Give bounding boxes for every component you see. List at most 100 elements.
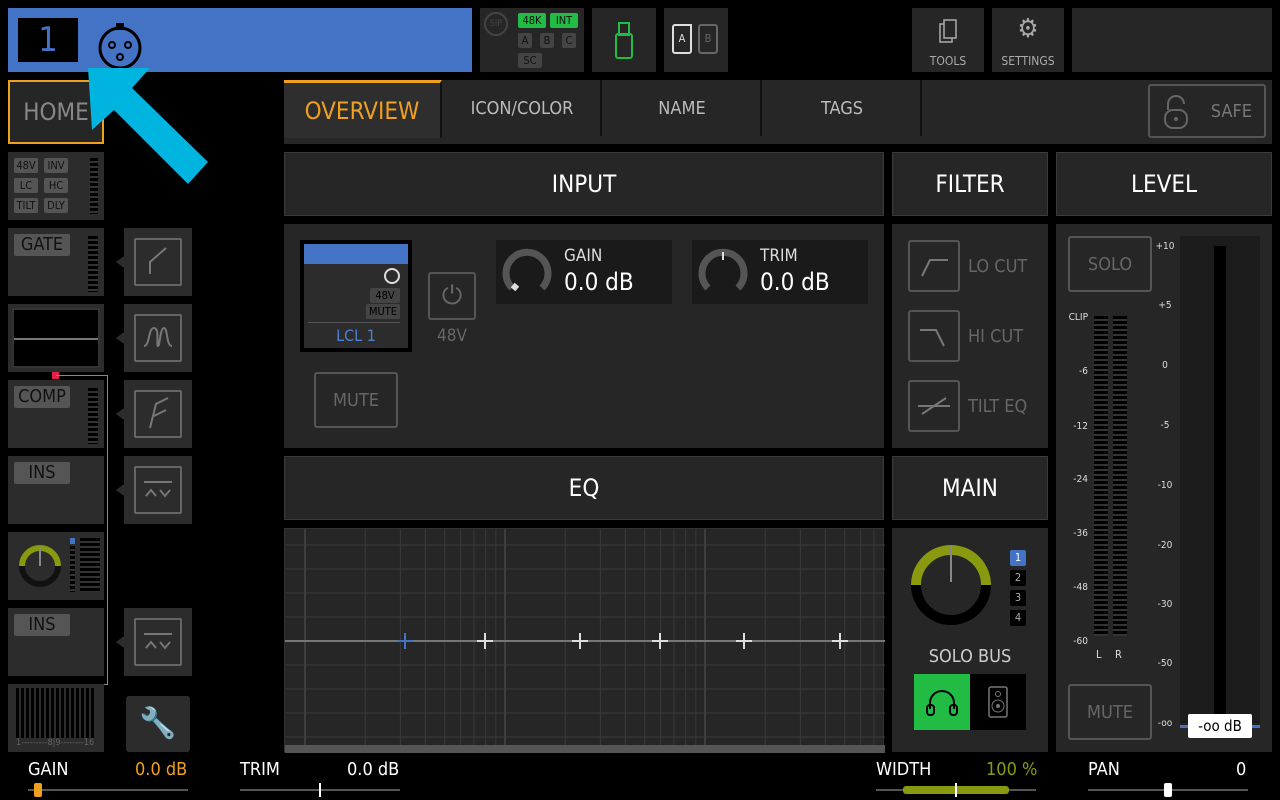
- main-header: MAIN: [892, 456, 1048, 520]
- trim-slider-handle[interactable]: [319, 783, 321, 797]
- tilt-eq-icon: [918, 397, 950, 415]
- tools-button[interactable]: TOOLS: [912, 8, 984, 72]
- source-select[interactable]: 48V MUTE LCL 1: [300, 240, 412, 352]
- channel-header[interactable]: 1: [8, 8, 472, 72]
- bus-select-3[interactable]: 3: [1010, 590, 1026, 606]
- main-pan-knob: [911, 545, 991, 625]
- eq-bell-icon: [143, 326, 173, 348]
- eq-header: EQ: [284, 456, 884, 520]
- gain-slider[interactable]: [28, 783, 188, 797]
- width-slider[interactable]: [876, 783, 1036, 797]
- main-send-meter-2: [80, 538, 100, 592]
- solo-button[interactable]: SOLO: [1068, 236, 1152, 292]
- gain-bottom-label: GAIN: [28, 759, 69, 780]
- insert1-block[interactable]: INS: [8, 456, 104, 524]
- insert-icon: [144, 481, 172, 498]
- tilt-eq-label: TILT EQ: [968, 396, 1028, 417]
- lo-cut-button[interactable]: [908, 240, 960, 292]
- bus-select-4[interactable]: 4: [1010, 610, 1026, 626]
- bus-sends-bars: [16, 688, 96, 738]
- link-indicator-icon: [384, 268, 400, 284]
- tab-tags[interactable]: TAGS: [764, 80, 922, 136]
- comp-curve-icon: [149, 397, 169, 429]
- tag-hc: HC: [44, 178, 68, 193]
- solo-headphones-button[interactable]: [914, 674, 970, 730]
- status-panel[interactable]: SIP 48K INT A B C SC: [480, 8, 584, 72]
- trim-slider[interactable]: [240, 783, 400, 797]
- mute-input-button[interactable]: MUTE: [314, 372, 398, 428]
- width-label: WIDTH: [876, 759, 932, 780]
- tab-icon-color[interactable]: ICON/COLOR: [444, 80, 602, 136]
- phantom-power-button[interactable]: ⏻: [428, 272, 476, 320]
- card-b: B: [698, 24, 718, 54]
- eq-preview: [12, 308, 100, 368]
- fader-scale-label: 0: [1162, 360, 1168, 371]
- gear-icon: ⚙: [1017, 14, 1039, 44]
- eq-block[interactable]: [8, 304, 104, 372]
- tilt-eq-button[interactable]: [908, 380, 960, 432]
- pan-knob: [19, 545, 61, 587]
- trim-label: TRIM: [760, 246, 798, 266]
- gate-block[interactable]: GATE: [8, 228, 104, 296]
- trim-control[interactable]: TRIM 0.0 dB: [692, 240, 868, 304]
- comp-type-button[interactable]: [116, 380, 192, 448]
- solo-speaker-button[interactable]: [970, 674, 1026, 730]
- gain-slider-handle[interactable]: [34, 783, 42, 797]
- eq-band-handle[interactable]: [572, 633, 588, 649]
- bus-select-1[interactable]: 1: [1010, 550, 1026, 566]
- tag-lc: LC: [14, 178, 38, 193]
- eq-band-handle[interactable]: [397, 633, 413, 649]
- trim-value: 0.0 dB: [760, 268, 830, 296]
- bus-sends-block[interactable]: 1---------8|9--------16: [8, 684, 104, 752]
- insert2-button[interactable]: [116, 608, 192, 676]
- speaker-icon: [988, 686, 1008, 718]
- meter-scale-label: -36: [1073, 528, 1088, 539]
- usb-button[interactable]: [592, 8, 656, 72]
- eq-band-handle[interactable]: [477, 633, 493, 649]
- gain-control[interactable]: GAIN 0.0 dB: [496, 240, 672, 304]
- comp-block[interactable]: COMP: [8, 380, 104, 448]
- gate-meter: [88, 236, 98, 292]
- eq-band-handle[interactable]: [736, 633, 752, 649]
- sd-card-panel[interactable]: A B: [664, 8, 728, 72]
- filter-panel: LO CUT HI CUT TILT EQ: [892, 224, 1048, 448]
- tag-inv: INV: [44, 158, 68, 173]
- bus-indicator: [70, 538, 75, 544]
- empty-panel: [1072, 8, 1272, 72]
- mute-button[interactable]: MUTE: [1068, 684, 1152, 740]
- fader-scale-label: -oo: [1157, 718, 1173, 729]
- width-slider-handle[interactable]: [955, 783, 957, 797]
- headphones-icon: [926, 690, 958, 716]
- fader-track[interactable]: -oo dB: [1180, 236, 1260, 738]
- pan-slider[interactable]: [1088, 783, 1248, 797]
- wrench-icon: 🔧: [139, 706, 177, 741]
- utility-button[interactable]: 🔧: [126, 696, 190, 752]
- safe-button[interactable]: SAFE: [1148, 84, 1266, 138]
- input-header: INPUT: [284, 152, 884, 216]
- eq-graph[interactable]: [284, 528, 897, 753]
- gain-knob: [502, 248, 552, 292]
- lo-cut-icon: [921, 259, 948, 277]
- gate-type-button[interactable]: [116, 228, 192, 296]
- eq-type-button[interactable]: [116, 304, 192, 372]
- fader-scale-label: +5: [1158, 300, 1172, 311]
- lock-open-icon: [1164, 95, 1188, 129]
- insert2-block[interactable]: INS: [8, 608, 104, 676]
- settings-button[interactable]: ⚙ SETTINGS: [992, 8, 1064, 72]
- eq-band-handle[interactable]: [832, 633, 848, 649]
- insert1-button[interactable]: [116, 456, 192, 524]
- c-badge: C: [562, 33, 576, 48]
- tab-name[interactable]: NAME: [604, 80, 762, 136]
- pointer-arrow: [88, 68, 208, 184]
- tab-overview[interactable]: OVERVIEW: [284, 80, 442, 138]
- eq-band-handle[interactable]: [652, 633, 668, 649]
- meter-scale-label: -6: [1079, 366, 1088, 377]
- hi-cut-button[interactable]: [908, 310, 960, 362]
- bus-select-2[interactable]: 2: [1010, 570, 1026, 586]
- pan-slider-handle[interactable]: [1164, 783, 1172, 797]
- fader-value[interactable]: -oo dB: [1188, 714, 1252, 738]
- gain-value: 0.0 dB: [564, 268, 634, 296]
- tools-icon: [939, 19, 957, 43]
- level-header: LEVEL: [1056, 152, 1272, 216]
- main-send-block[interactable]: [8, 532, 104, 600]
